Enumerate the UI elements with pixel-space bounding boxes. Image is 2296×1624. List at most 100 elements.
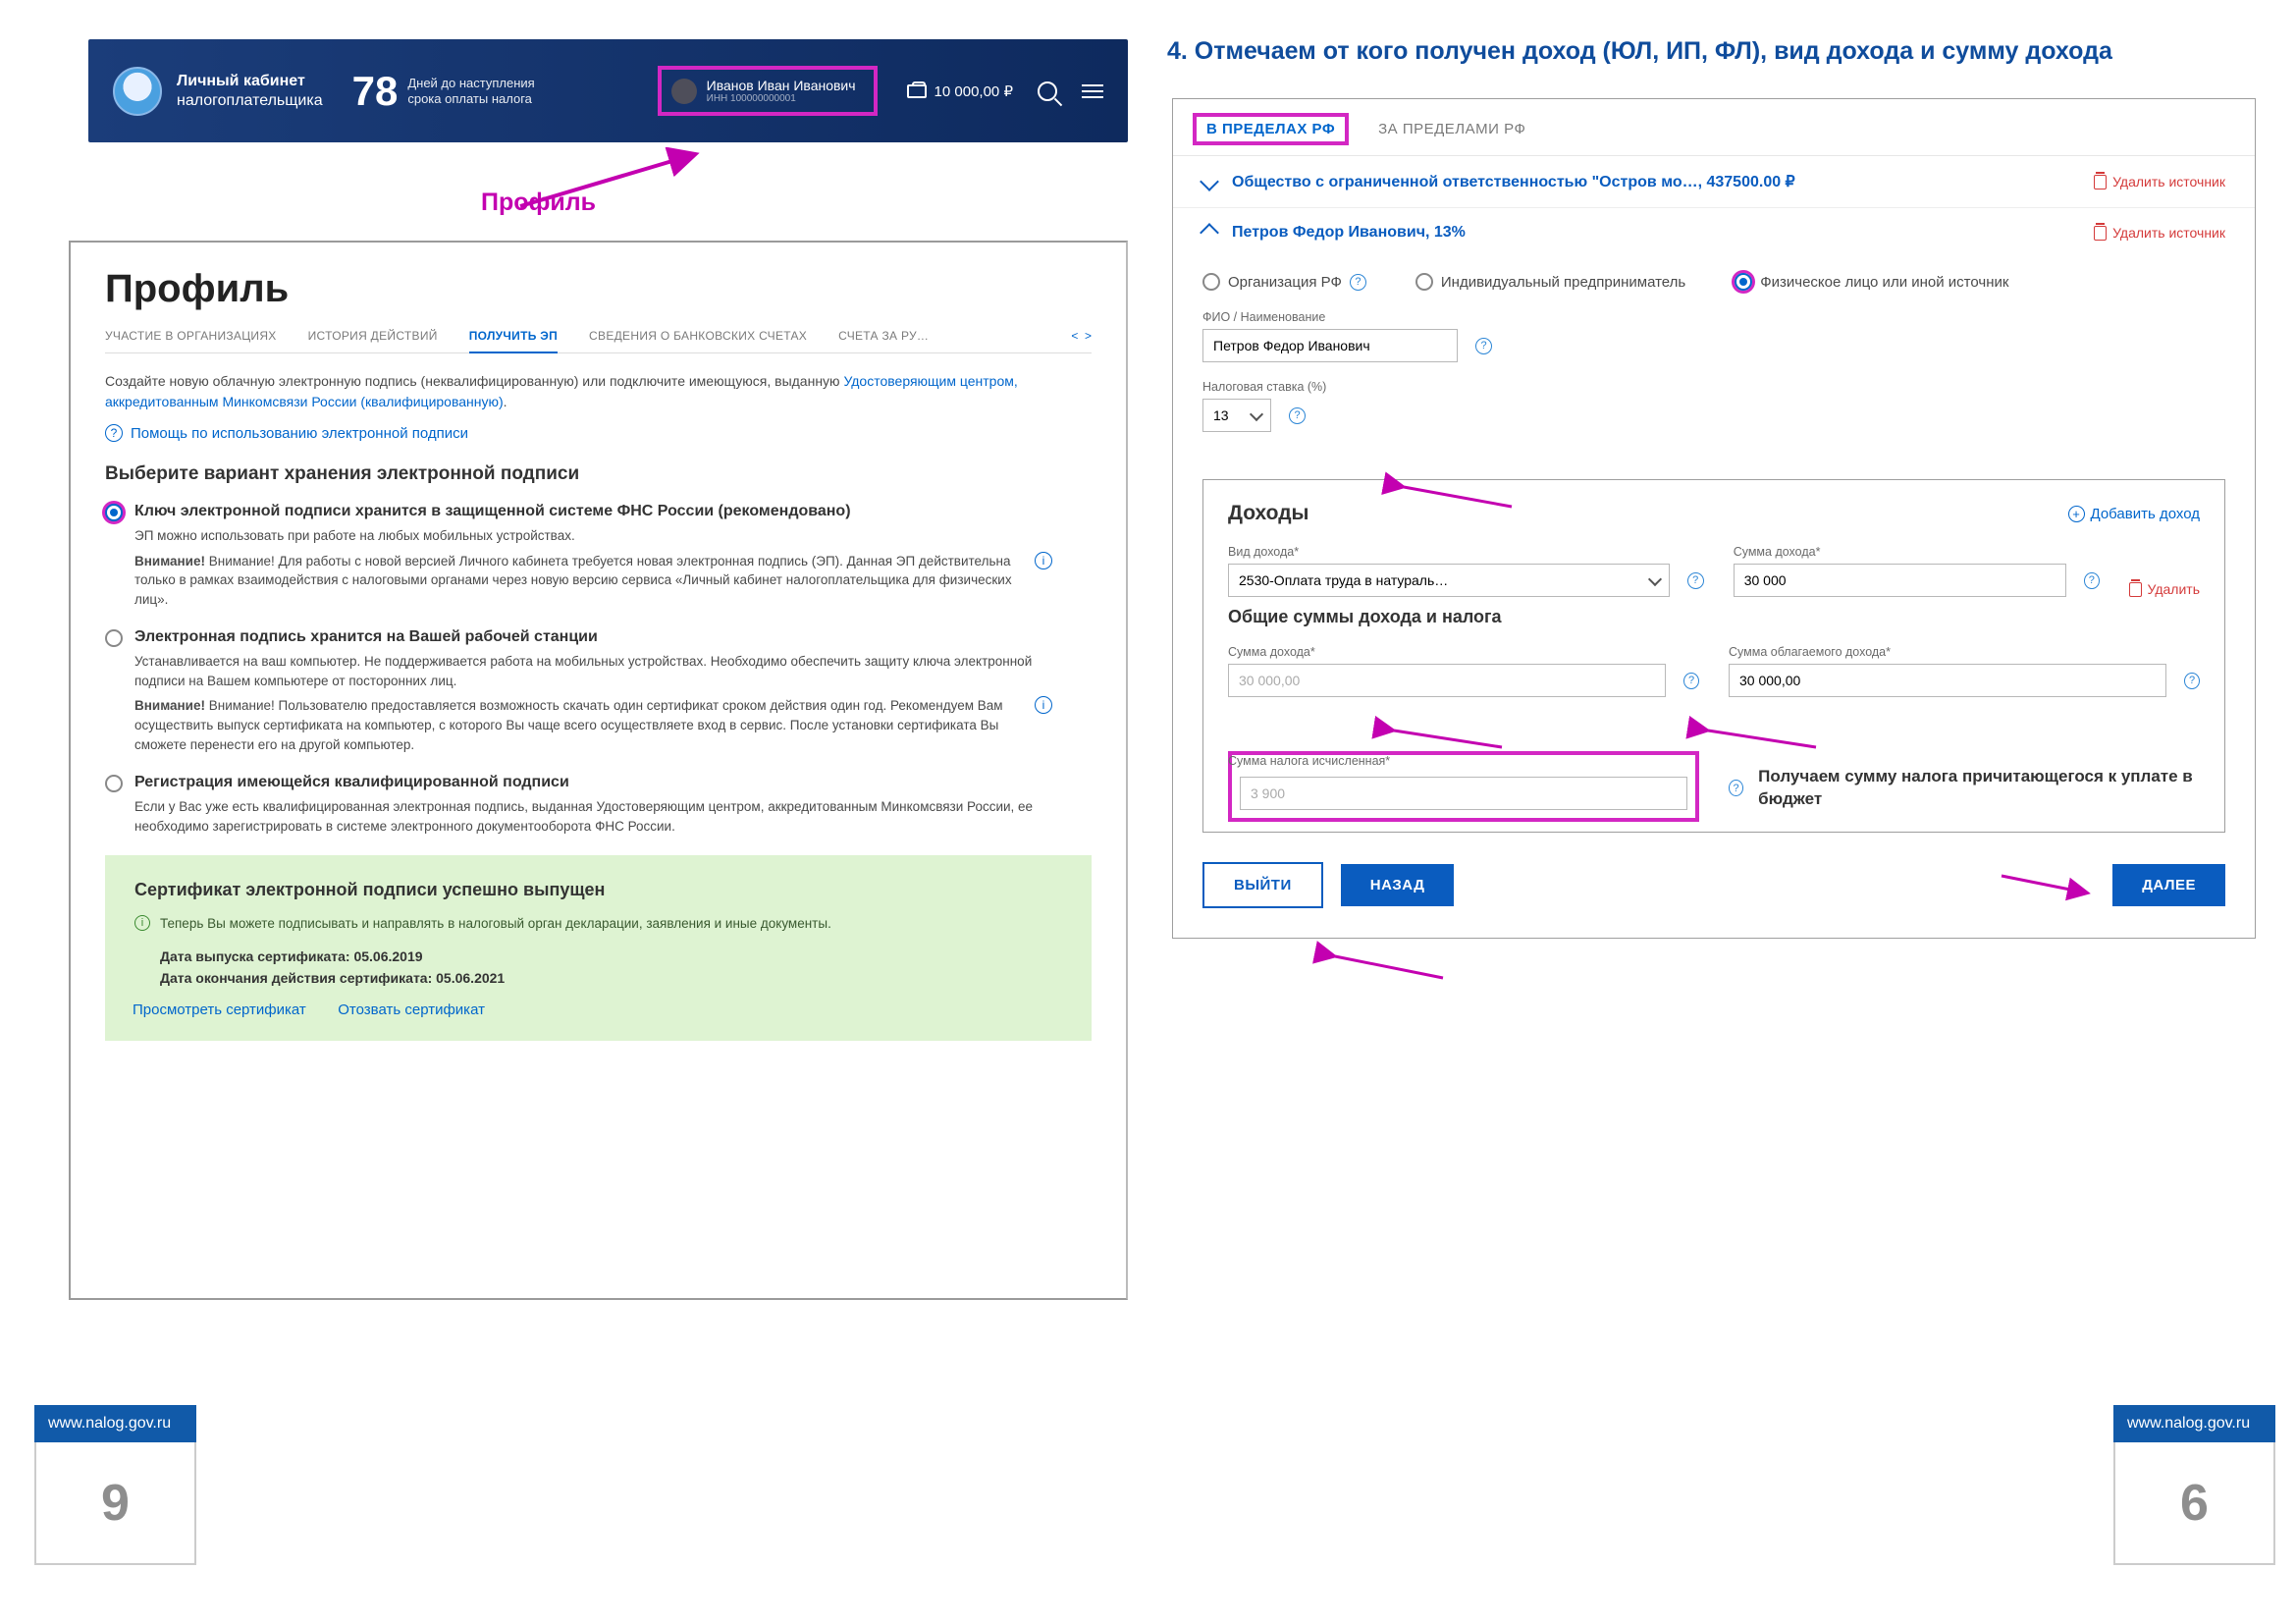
tab-bank[interactable]: СВЕДЕНИЯ О БАНКОВСКИХ СЧЕТАХ (589, 329, 807, 343)
tab-abroad[interactable]: ЗА ПРЕДЕЛАМИ РФ (1378, 121, 1525, 137)
totals-heading: Общие суммы дохода и налога (1228, 607, 2200, 627)
add-income-button[interactable]: +Добавить доход (2068, 506, 2200, 522)
plus-icon: + (2068, 506, 2085, 522)
annotation-arrow (1997, 871, 2095, 900)
option-warn: Внимание! Внимание! Пользователю предост… (134, 696, 1038, 754)
fio-input[interactable] (1202, 329, 1458, 362)
fio-label: ФИО / Наименование (1202, 310, 2225, 324)
tab-rf[interactable]: В ПРЕДЕЛАХ РФ (1193, 113, 1349, 145)
radio-fl[interactable]: Физическое лицо или иной источник (1735, 273, 2008, 291)
chevron-down-icon (1200, 172, 1219, 191)
next-button[interactable]: ДАЛЕЕ (2112, 864, 2225, 906)
option-title: Ключ электронной подписи хранится в защи… (134, 503, 1092, 520)
income-type-label: Вид дохода* (1228, 545, 1704, 559)
option-desc: Устанавливается на ваш компьютер. Не под… (134, 652, 1038, 690)
income-sum-label: Сумма дохода* (1734, 545, 2100, 559)
profile-panel: Профиль УЧАСТИЕ В ОРГАНИЗАЦИЯХ ИСТОРИЯ Д… (69, 241, 1128, 1300)
ep-option-fns[interactable]: Ключ электронной подписи хранится в защи… (105, 503, 1092, 609)
footer-url: www.nalog.gov.ru (34, 1405, 196, 1442)
cert-heading: Сертификат электронной подписи успешно в… (134, 880, 1062, 900)
tabs-nav[interactable]: < > (1071, 329, 1092, 343)
radio-icon[interactable] (105, 775, 123, 792)
total-income-input (1228, 664, 1666, 697)
tax-note: Получаем сумму налога причитающегося к у… (1758, 766, 2200, 811)
days-caption: Дней до наступления срока оплаты налога (407, 76, 534, 106)
income-tabs: В ПРЕДЕЛАХ РФ ЗА ПРЕДЕЛАМИ РФ (1173, 99, 2255, 156)
balance[interactable]: 10 000,00 ₽ (907, 82, 1013, 100)
page-footer: www.nalog.gov.ru 6 (2113, 1405, 2275, 1565)
help-link[interactable]: ?Помощь по использованию электронной под… (105, 424, 1092, 442)
user-profile-link[interactable]: Иванов Иван Иванович ИНН 100000000001 (658, 66, 878, 116)
help-icon[interactable]: ? (1729, 780, 1743, 796)
help-icon[interactable]: ? (1350, 274, 1366, 291)
page-title: Профиль (105, 267, 1092, 311)
profile-tabs: УЧАСТИЕ В ОРГАНИЗАЦИЯХ ИСТОРИЯ ДЕЙСТВИЙ … (105, 329, 1092, 353)
search-icon[interactable] (1038, 81, 1057, 101)
taxable-input[interactable] (1729, 664, 2166, 697)
income-panel: В ПРЕДЕЛАХ РФ ЗА ПРЕДЕЛАМИ РФ Общество с… (1172, 98, 2256, 939)
help-icon[interactable]: ? (1687, 572, 1704, 589)
cert-expiry-date: Дата окончания действия сертификата: 05.… (160, 970, 1062, 986)
delete-source-button[interactable]: Удалить источник (2094, 174, 2225, 189)
app-title: Личный кабинет налогоплательщика (177, 72, 323, 109)
user-name: Иванов Иван Иванович (707, 78, 856, 93)
menu-icon[interactable] (1082, 84, 1103, 98)
info-icon: i (134, 915, 150, 931)
source-row-1[interactable]: Общество с ограниченной ответственностью… (1173, 156, 2255, 207)
exit-button[interactable]: ВЫЙТИ (1202, 862, 1323, 908)
fns-logo-icon (113, 67, 162, 116)
income-type-select[interactable] (1228, 564, 1670, 597)
page-number: 6 (2113, 1442, 2275, 1565)
step-title: 4. Отмечаем от кого получен доход (ЮЛ, И… (1167, 37, 2256, 66)
footer-url: www.nalog.gov.ru (2113, 1405, 2275, 1442)
help-icon[interactable]: ? (2084, 572, 2100, 589)
tax-calc-input (1240, 777, 1687, 810)
source-title: Петров Федор Иванович, 13% (1232, 224, 1466, 242)
ep-option-local[interactable]: Электронная подпись хранится на Вашей ра… (105, 628, 1092, 754)
tab-orgs[interactable]: УЧАСТИЕ В ОРГАНИЗАЦИЯХ (105, 329, 277, 343)
source-row-2[interactable]: Петров Федор Иванович, 13% Удалить источ… (1173, 207, 2255, 257)
option-desc: ЭП можно использовать при работе на любы… (134, 526, 1038, 546)
chevron-up-icon (1200, 223, 1219, 243)
delete-source-button[interactable]: Удалить источник (2094, 225, 2225, 241)
option-title: Электронная подпись хранится на Вашей ра… (134, 628, 1092, 646)
avatar-icon (671, 79, 697, 104)
help-icon[interactable]: ? (1289, 407, 1306, 424)
days-number: 78 (352, 68, 399, 115)
back-button[interactable]: НАЗАД (1341, 864, 1455, 906)
info-icon[interactable]: i (1035, 696, 1052, 714)
help-icon[interactable]: ? (1683, 673, 1699, 689)
wallet-icon (907, 84, 927, 98)
radio-org[interactable]: Организация РФ? (1202, 273, 1366, 291)
source-title: Общество с ограниченной ответственностью… (1232, 172, 1795, 191)
help-icon[interactable]: ? (1475, 338, 1492, 354)
annotation-arrow (1330, 953, 1448, 983)
help-icon: ? (105, 424, 123, 442)
rate-select[interactable] (1202, 399, 1271, 432)
delete-income-button[interactable]: Удалить (2129, 581, 2200, 597)
tab-get-ep[interactable]: ПОЛУЧИТЬ ЭП (469, 329, 558, 353)
tab-history[interactable]: ИСТОРИЯ ДЕЙСТВИЙ (308, 329, 438, 343)
source-body: Организация РФ? Индивидуальный предприни… (1173, 257, 2255, 460)
help-icon[interactable]: ? (2184, 673, 2200, 689)
cert-issue-date: Дата выпуска сертификата: 05.06.2019 (160, 948, 1062, 964)
intro-text: Создайте новую облачную электронную подп… (105, 371, 1028, 412)
income-box: Доходы +Добавить доход Вид дохода* ? Сум… (1202, 479, 2225, 833)
view-cert-link[interactable]: Просмотреть сертификат (133, 1001, 306, 1018)
income-sum-input[interactable] (1734, 564, 2066, 597)
revoke-cert-link[interactable]: Отозвать сертификат (338, 1001, 485, 1018)
income-heading: Доходы +Добавить доход (1228, 502, 2200, 525)
balance-amount: 10 000,00 ₽ (934, 82, 1013, 100)
rate-label: Налоговая ставка (%) (1202, 380, 2225, 394)
income-from-radios: Организация РФ? Индивидуальный предприни… (1202, 273, 2225, 291)
cert-success-box: Сертификат электронной подписи успешно в… (105, 855, 1092, 1041)
tab-accounts[interactable]: СЧЕТА ЗА РУ… (838, 329, 929, 343)
trash-icon (2094, 175, 2107, 189)
ep-option-register[interactable]: Регистрация имеющейся квалифицированной … (105, 774, 1092, 836)
radio-icon[interactable] (105, 504, 123, 521)
cert-message: Теперь Вы можете подписывать и направлят… (160, 916, 831, 931)
button-row: ВЫЙТИ НАЗАД ДАЛЕЕ (1173, 833, 2255, 908)
info-icon[interactable]: i (1035, 552, 1052, 569)
radio-ip[interactable]: Индивидуальный предприниматель (1415, 273, 1685, 291)
radio-icon[interactable] (105, 629, 123, 647)
